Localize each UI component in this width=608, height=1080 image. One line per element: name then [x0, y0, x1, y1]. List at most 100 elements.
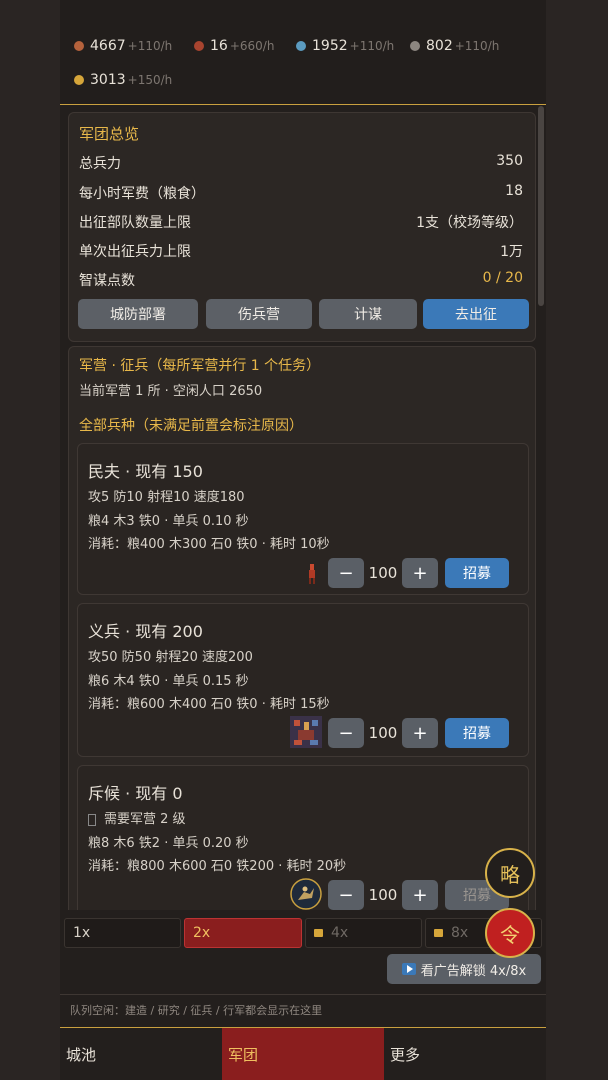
unit-consumption: 消耗：粮600 木400 石0 铁0 · 耗时 15秒 [88, 697, 330, 712]
speed-label: 1x [73, 925, 91, 941]
scrollbar[interactable] [538, 106, 544, 306]
unit-cost: 粮8 木6 铁2 · 单兵 0.20 秒 [88, 836, 249, 851]
lock-icon [88, 813, 96, 826]
quantity-value[interactable]: 100 [366, 718, 400, 748]
speed-4x-button[interactable]: 4x [305, 918, 422, 948]
scout-unit-icon [290, 878, 322, 910]
overview-row-upkeep: 每小时军费（粮食） 18 [79, 183, 523, 203]
laborer-unit-icon [309, 564, 315, 584]
recruit-button[interactable]: 招募 [445, 718, 509, 748]
resource-rate: +660/h [229, 39, 275, 53]
go-expedition-button[interactable]: 去出征 [423, 299, 529, 329]
resource-rate: +110/h [127, 39, 173, 53]
unit-title: 义兵 · 现有 200 [88, 622, 203, 641]
resource-wood: 16 +660/h [194, 38, 274, 54]
speed-2x-button[interactable]: 2x [184, 918, 302, 948]
speed-label: 8x [451, 925, 469, 941]
unit-card-laborer: 民夫 · 现有 150 攻5 防10 射程10 速度180 粮4 木3 铁0 ·… [77, 443, 529, 595]
resource-stone: 802 +110/h [410, 38, 499, 54]
bottom-nav: 城池 军团 更多 [60, 1028, 546, 1080]
resource-value: 16 [210, 38, 228, 54]
overview-title: 军团总览 [79, 125, 140, 143]
unit-cost: 粮4 木3 铁0 · 单兵 0.10 秒 [88, 514, 249, 529]
unit-consumption: 消耗：粮800 木600 石0 铁200 · 耗时 20秒 [88, 859, 347, 874]
quantity-value[interactable]: 100 [366, 880, 400, 910]
command-floating-button[interactable]: 令 [485, 908, 535, 958]
row-label: 单次出征兵力上限 [79, 244, 191, 260]
city-defense-button[interactable]: 城防部署 [78, 299, 198, 329]
decrease-quantity-button[interactable]: − [328, 558, 364, 588]
unit-stats: 攻5 防10 射程10 速度180 [88, 490, 245, 505]
resource-value: 4667 [90, 38, 126, 54]
unit-consumption: 消耗：粮400 木300 石0 铁0 · 耗时 10秒 [88, 537, 330, 552]
row-value: 0 / 20 [482, 270, 523, 286]
watch-ad-unlock-button[interactable]: 看广告解锁 4x/8x [387, 954, 541, 984]
resource-meat: 4667 +110/h [74, 38, 172, 54]
speed-label: 2x [193, 925, 211, 941]
ad-button-label: 看广告解锁 4x/8x [420, 963, 527, 979]
row-value: 18 [505, 183, 523, 199]
recruit-button[interactable]: 招募 [445, 558, 509, 588]
wounded-camp-button[interactable]: 伤兵营 [206, 299, 312, 329]
nav-tab-city[interactable]: 城池 [60, 1028, 222, 1080]
requirement-text: 需要军营 2 级 [104, 812, 186, 827]
row-value: 1支（校场等级） [416, 215, 523, 231]
lock-icon [314, 929, 323, 937]
decrease-quantity-button[interactable]: − [328, 718, 364, 748]
strategy-floating-button[interactable]: 略 [485, 848, 535, 898]
main-scroll-area[interactable]: 军团总览 总兵力 350 每小时军费（粮食） 18 出征部队数量上限 1支（校场… [60, 106, 546, 910]
row-label: 每小时军费（粮食） [79, 186, 205, 202]
decrease-quantity-button[interactable]: − [328, 880, 364, 910]
row-label: 智谋点数 [79, 273, 135, 289]
overview-row-march-limit: 单次出征兵力上限 1万 [79, 241, 523, 261]
militia-unit-icon [290, 716, 322, 748]
legion-overview-panel: 军团总览 总兵力 350 每小时军费（粮食） 18 出征部队数量上限 1支（校场… [68, 112, 536, 342]
row-label: 出征部队数量上限 [79, 215, 191, 231]
barracks-panel: 军营 · 征兵（每所军营并行 1 个任务） 当前军营 1 所 · 空闲人口 26… [68, 346, 536, 910]
unit-card-scout: 斥候 · 现有 0 需要军营 2 级 粮8 木6 铁2 · 单兵 0.20 秒 … [77, 765, 529, 910]
quantity-value[interactable]: 100 [366, 558, 400, 588]
unit-title: 民夫 · 现有 150 [88, 462, 203, 481]
resource-iron: 1952 +110/h [296, 38, 394, 54]
app-root: 4667 +110/h 16 +660/h 1952 +110/h 802 +1… [60, 0, 546, 1080]
stone-icon [410, 41, 420, 51]
increase-quantity-button[interactable]: + [402, 718, 438, 748]
nav-tab-legion[interactable]: 军团 [222, 1028, 384, 1080]
gold-icon [74, 75, 84, 85]
unit-stats: 攻50 防50 射程20 速度200 [88, 650, 253, 665]
resource-bar: 4667 +110/h 16 +660/h 1952 +110/h 802 +1… [60, 0, 546, 105]
unit-cost: 粮6 木4 铁0 · 单兵 0.15 秒 [88, 674, 249, 689]
unit-title: 斥候 · 现有 0 [88, 784, 183, 803]
resource-rate: +110/h [349, 39, 395, 53]
unit-requirement: 需要军营 2 级 [88, 808, 186, 827]
resource-value: 802 [426, 38, 453, 54]
resource-value: 3013 [90, 72, 126, 88]
barracks-title: 军营 · 征兵（每所军营并行 1 个任务） [79, 358, 321, 374]
row-label: 总兵力 [79, 156, 121, 172]
wood-icon [194, 41, 204, 51]
resource-gold: 3013 +150/h [74, 72, 172, 88]
speed-label: 4x [331, 925, 349, 941]
lock-icon [434, 929, 443, 937]
overview-row-strategy-points: 智谋点数 0 / 20 [79, 270, 523, 290]
speed-1x-button[interactable]: 1x [64, 918, 181, 948]
increase-quantity-button[interactable]: + [402, 880, 438, 910]
overview-row-army-limit: 出征部队数量上限 1支（校场等级） [79, 212, 523, 232]
queue-status: 队列空闲：建造 / 研究 / 征兵 / 行军都会显示在这里 [60, 994, 546, 1028]
resource-rate: +110/h [454, 39, 500, 53]
play-icon [401, 963, 416, 975]
unit-section-title: 全部兵种（未满足前置会标注原因） [79, 418, 303, 434]
speed-control-bar: 1x 2x 4x 8x 看广告解锁 4x/8x [60, 912, 546, 992]
unit-card-militia: 义兵 · 现有 200 攻50 防50 射程20 速度200 粮6 木4 铁0 … [77, 603, 529, 757]
row-value: 1万 [500, 244, 523, 260]
row-value: 350 [496, 153, 523, 169]
barracks-subtitle: 当前军营 1 所 · 空闲人口 2650 [79, 384, 263, 399]
iron-icon [296, 41, 306, 51]
nav-tab-more[interactable]: 更多 [384, 1028, 546, 1080]
overview-row-total-troops: 总兵力 350 [79, 153, 523, 173]
stratagem-button[interactable]: 计谋 [319, 299, 417, 329]
resource-value: 1952 [312, 38, 348, 54]
resource-rate: +150/h [127, 73, 173, 87]
meat-icon [74, 41, 84, 51]
increase-quantity-button[interactable]: + [402, 558, 438, 588]
